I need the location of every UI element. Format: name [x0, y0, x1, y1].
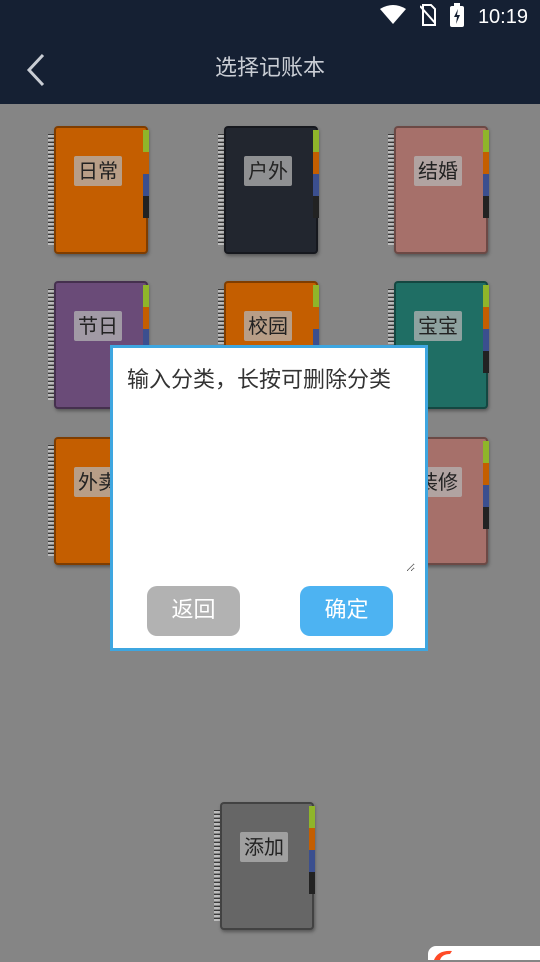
cancel-button[interactable]: 返回 — [147, 586, 240, 636]
notebook-label: 宝宝 — [414, 311, 462, 341]
notebook-cover — [224, 126, 318, 254]
notebook-tabs — [483, 441, 489, 529]
notebook-tabs — [483, 285, 489, 373]
dialog-title: 输入分类，长按可删除分类 — [127, 368, 392, 393]
notebook-label: 结婚 — [414, 156, 462, 186]
page-title: 选择记账本 — [214, 56, 325, 81]
confirm-button[interactable]: 确定 — [300, 586, 393, 636]
add-notebook-button[interactable]: 添加 — [214, 802, 316, 930]
notebook-label: 校园 — [244, 311, 292, 341]
notebook-label: 户外 — [244, 156, 292, 186]
notebook-tabs — [143, 130, 149, 218]
notebook-cover — [54, 126, 148, 254]
notebook-item[interactable]: 结婚 — [388, 126, 490, 254]
notebook-item[interactable]: 日常 — [48, 126, 150, 254]
status-icons: 10:19 — [379, 0, 528, 34]
status-time: 10:19 — [477, 5, 528, 28]
battery-charging-icon — [449, 3, 464, 31]
notebook-label: 日常 — [74, 156, 122, 186]
category-input[interactable] — [127, 408, 415, 572]
notebook-cover — [394, 126, 488, 254]
no-sim-icon — [419, 4, 437, 30]
corner-badge — [428, 946, 540, 960]
notebook-cover — [220, 802, 314, 930]
add-notebook-label: 添加 — [240, 832, 288, 862]
wifi-icon — [379, 5, 406, 29]
notebook-label: 节日 — [74, 311, 122, 341]
status-bar: 10:19 — [0, 0, 540, 34]
notebook-tabs — [313, 130, 319, 218]
notebook-tabs — [483, 130, 489, 218]
notebook-tabs — [309, 806, 315, 894]
add-category-dialog: 输入分类，长按可删除分类 返回 确定 — [110, 345, 428, 651]
title-bar: 选择记账本 — [0, 34, 540, 104]
notebook-item[interactable]: 户外 — [218, 126, 320, 254]
